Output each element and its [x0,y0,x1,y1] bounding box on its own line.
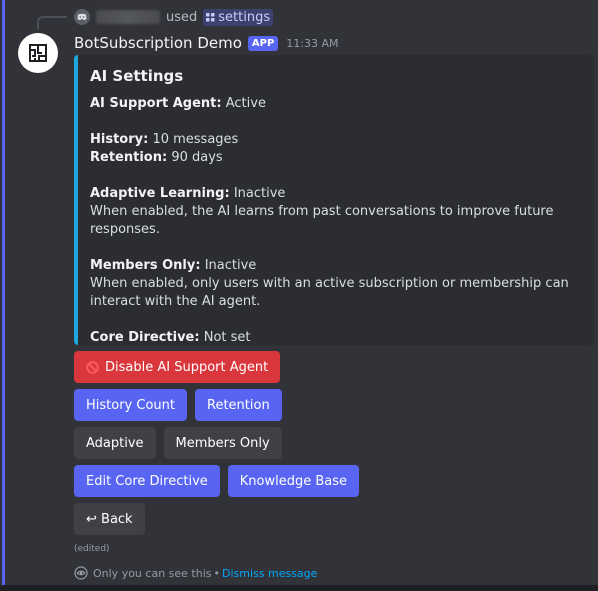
field-value: 10 messages [152,132,239,147]
disable-agent-label: Disable AI Support Agent [105,359,269,375]
command-grid-icon [206,12,215,21]
edit-core-directive-button[interactable]: Edit Core Directive [74,465,220,497]
ephemeral-highlight-bar [2,0,5,585]
knowledge-base-button[interactable]: Knowledge Base [227,465,360,497]
disable-agent-button[interactable]: Disable AI Support Agent [74,351,281,383]
button-row-3: Adaptive Members Only [74,427,282,459]
field-adaptive-description: When enabled, the AI learns from past co… [90,204,554,237]
embed-description: AI Support Agent: Active History: 10 mes… [90,95,580,347]
message-header: BotSubscription Demo APP 11:33 AM [74,33,339,53]
settings-embed: AI Settings AI Support Agent: Active His… [74,55,594,345]
field-label: Core Directive: [90,330,200,345]
separator: • [213,566,221,580]
back-button[interactable]: ↩ Back [74,503,145,535]
button-row-1: Disable AI Support Agent [74,351,281,383]
field-label: Members Only: [90,258,201,273]
adaptive-button[interactable]: Adaptive [74,427,156,459]
button-row-5: ↩ Back [74,503,145,535]
field-retention: Retention: 90 days [90,149,580,167]
bottom-edge [0,585,598,591]
reply-username-redacted[interactable] [96,10,160,24]
field-adaptive: Adaptive Learning: Inactive [90,185,580,203]
history-count-button[interactable]: History Count [74,389,187,421]
slash-command-mention[interactable]: settings [203,8,274,26]
field-value: Active [225,96,266,111]
reply-user-avatar[interactable] [74,9,90,25]
bot-logo-icon [29,44,47,62]
field-ai-agent: AI Support Agent: Active [90,95,580,113]
field-label: History: [90,132,149,147]
field-value: Inactive [204,258,257,273]
field-label: Adaptive Learning: [90,186,230,201]
message-container: used settings BotSubscription Demo APP 1… [0,0,598,591]
members-only-button[interactable]: Members Only [163,427,282,459]
only-you-text: Only you can see this [93,566,212,580]
message-timestamp[interactable]: 11:33 AM [286,37,338,50]
button-row-2: History Count Retention [74,389,282,421]
field-history: History: 10 messages [90,131,580,149]
bot-username[interactable]: BotSubscription Demo [74,34,242,52]
button-row-4: Edit Core Directive Knowledge Base [74,465,360,497]
ephemeral-notice: Only you can see this • Dismiss message [74,566,317,580]
reply-used-text: used [166,9,198,25]
field-label: Retention: [90,150,168,165]
field-value: Not set [203,330,251,345]
discord-icon [77,13,87,21]
edited-marker: (edited) [74,544,110,554]
field-label: AI Support Agent: [90,96,222,111]
field-members-only: Members Only: Inactive [90,257,580,275]
field-members-description: When enabled, only users with an active … [90,276,569,309]
no-entry-icon [86,360,99,374]
bot-avatar[interactable] [18,33,58,73]
field-value: Inactive [233,186,286,201]
dismiss-message-link[interactable]: Dismiss message [222,567,317,580]
retention-button[interactable]: Retention [195,389,282,421]
field-core-directive: Core Directive: Not set [90,329,580,347]
app-badge: APP [247,35,279,51]
embed-title: AI Settings [90,67,184,85]
eye-icon [74,566,88,580]
field-value: 90 days [171,150,223,165]
command-name: settings [218,9,271,25]
reply-context[interactable]: used settings [74,8,274,26]
reply-spine [37,16,67,29]
